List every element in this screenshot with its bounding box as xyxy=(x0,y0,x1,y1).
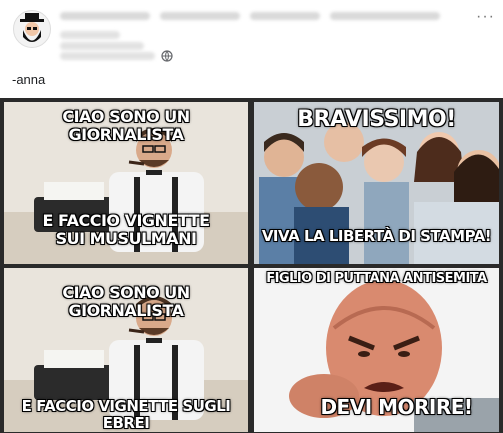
meme-top-text: BRAVISSIMO! xyxy=(297,107,456,132)
author-name[interactable] xyxy=(60,12,440,22)
meme-panel-crowd: BRAVISSIMO! VIVA LA LIBERTÀ DI STAMPA! xyxy=(254,102,499,264)
meme-top-text: FIGLIO DI PUTTANA ANTISEMITA xyxy=(266,271,487,286)
meme-top-text: CIAO SONO UN GIORNALISTA xyxy=(62,283,190,320)
post-timestamp[interactable] xyxy=(60,52,155,60)
meme-panel-journalist-1: CIAO SONO UN GIORNALISTA E FACCIO VIGNET… xyxy=(4,102,248,264)
meme-image[interactable]: CIAO SONO UN GIORNALISTA E FACCIO VIGNET… xyxy=(0,98,503,433)
meme-bottom-text: DEVI MORIRE! xyxy=(320,395,473,419)
post-meta xyxy=(60,42,144,50)
post-caption: -anna xyxy=(12,72,46,87)
bearded-hat-avatar-icon xyxy=(20,13,44,42)
meme-panel-angry-man: FIGLIO DI PUTTANA ANTISEMITA DEVI MORIRE… xyxy=(254,268,499,432)
meme-top-text: CIAO SONO UN GIORNALISTA xyxy=(62,107,190,144)
post-meta xyxy=(60,31,120,39)
globe-icon xyxy=(161,50,173,62)
avatar[interactable] xyxy=(13,10,51,48)
meme-bottom-text: E FACCIO VIGNETTE SUI MUSULMANI xyxy=(42,211,211,248)
facebook-post: ··· -anna CIAO SONO UN GIORNALISTA E FAC… xyxy=(0,0,503,433)
meme-panel-journalist-2: CIAO SONO UN GIORNALISTA E FACCIO VIGNET… xyxy=(4,268,248,432)
meme-bottom-text: VIVA LA LIBERTÀ DI STAMPA! xyxy=(261,227,492,245)
meme-bottom-text: E FACCIO VIGNETTE SUGLI EBREI xyxy=(21,397,231,432)
more-options-icon[interactable]: ··· xyxy=(476,8,495,26)
